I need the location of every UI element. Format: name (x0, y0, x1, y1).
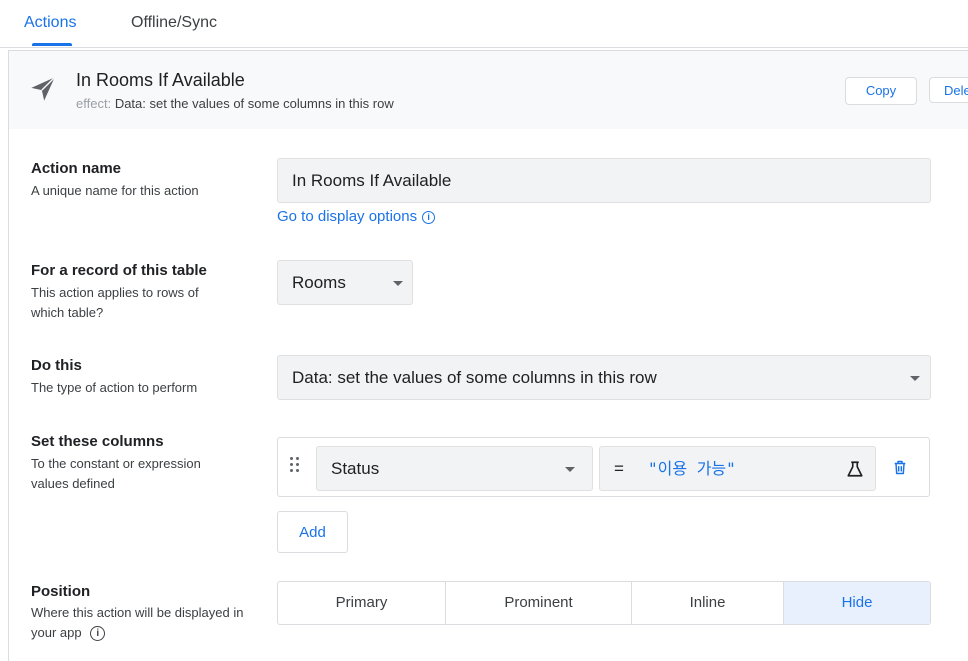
delete-button[interactable]: Dele (929, 77, 968, 103)
action-effect: effect: Data: set the values of some col… (76, 96, 394, 111)
action-name-label: Action name (31, 160, 122, 177)
do-this-description: The type of action to perform (31, 380, 198, 395)
active-tab-indicator (32, 43, 72, 46)
add-column-button[interactable]: Add (277, 511, 348, 553)
display-options-link[interactable]: Go to display options i (277, 208, 436, 225)
send-icon (31, 76, 56, 101)
chevron-down-icon (393, 281, 403, 286)
expression-value: "이용 가능" (648, 459, 736, 478)
copy-button[interactable]: Copy (845, 77, 917, 105)
action-header[interactable]: In Rooms If Available effect: Data: set … (9, 51, 968, 129)
action-type-select[interactable]: Data: set the values of some columns in … (277, 355, 931, 400)
display-options-label: Go to display options (277, 208, 418, 225)
tab-bar: Actions Offline/Sync (0, 0, 968, 48)
position-label: Position (31, 583, 91, 600)
column-select-value: Status (331, 459, 380, 478)
position-option-inline[interactable]: Inline (632, 582, 784, 624)
table-select-value: Rooms (292, 273, 346, 292)
action-name-input[interactable] (292, 159, 930, 202)
tab-offline-sync[interactable]: Offline/Sync (131, 14, 217, 32)
position-description: Where this action will be displayed in y… (31, 603, 261, 643)
flask-icon[interactable] (846, 460, 864, 478)
expression-field[interactable]: = "이용 가능" (599, 446, 876, 491)
table-select[interactable]: Rooms (277, 260, 413, 305)
effect-value: Data: set the values of some columns in … (114, 96, 394, 111)
drag-handle-icon[interactable] (290, 457, 302, 473)
position-segmented-control: Primary Prominent Inline Hide (277, 581, 931, 625)
info-icon: i (90, 626, 106, 641)
equals-operator: = (614, 459, 624, 478)
position-option-prominent[interactable]: Prominent (446, 582, 632, 624)
delete-icon[interactable] (892, 459, 908, 476)
set-columns-label: Set these columns (31, 433, 164, 450)
position-option-hide[interactable]: Hide (784, 582, 930, 624)
column-assignment-row: Status = "이용 가능" (277, 437, 930, 497)
info-icon: i (422, 211, 436, 224)
action-title: In Rooms If Available (76, 70, 245, 90)
position-option-primary[interactable]: Primary (278, 582, 446, 624)
chevron-down-icon (910, 376, 920, 381)
action-type-value: Data: set the values of some columns in … (292, 368, 657, 387)
action-panel: In Rooms If Available effect: Data: set … (8, 50, 968, 661)
chevron-down-icon (565, 467, 575, 472)
column-select[interactable]: Status (316, 446, 593, 491)
position-description-text: Where this action will be displayed in y… (31, 605, 244, 640)
table-description: This action applies to rows of which tab… (31, 285, 199, 320)
tab-actions[interactable]: Actions (24, 14, 76, 32)
set-columns-description: To the constant or expression values def… (31, 456, 201, 491)
effect-label: effect: (76, 96, 112, 111)
action-name-description: A unique name for this action (31, 183, 199, 198)
action-name-input-wrapper (277, 158, 931, 203)
table-label: For a record of this table (31, 262, 207, 279)
do-this-label: Do this (31, 357, 82, 374)
